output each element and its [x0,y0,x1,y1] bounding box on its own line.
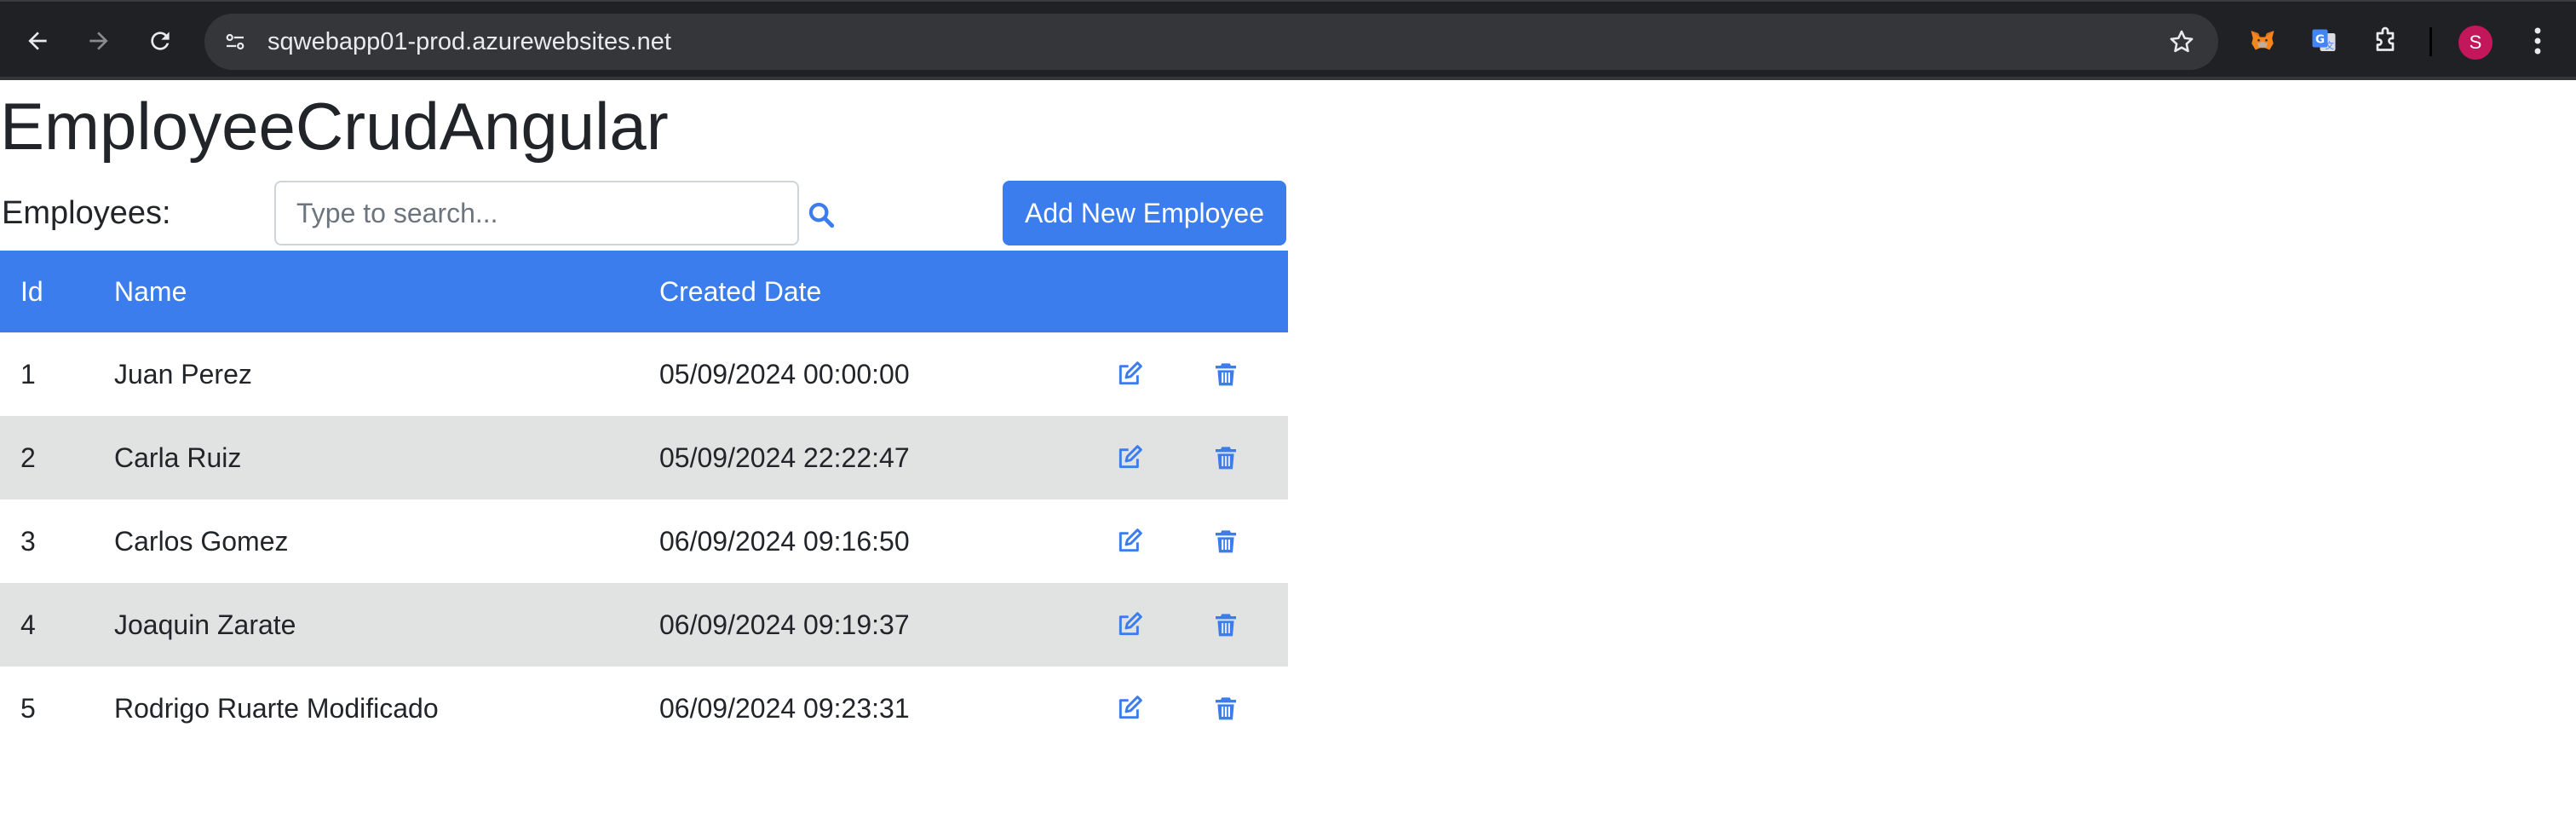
table-row: 1 Juan Perez 05/09/2024 00:00:00 [0,332,1288,416]
row-id: 3 [20,525,36,557]
row-name: Rodrigo Ruarte Modificado [114,692,439,724]
trash-icon [1216,614,1236,637]
employees-table: Id Name Created Date 1 Juan Perez 05/09/… [0,251,1288,750]
browser-toolbar: sqwebapp01-prod.azurewebsites.net G 文 S [0,0,2576,80]
edit-icon [1118,361,1142,385]
row-name: Juan Perez [114,358,252,390]
back-icon [28,32,47,50]
row-name: Carla Ruiz [114,442,242,473]
delete-button[interactable] [1211,416,1240,499]
trash-icon [1216,697,1236,720]
edit-icon [1118,696,1142,719]
column-header-name: Name [114,275,187,307]
table-row: 3 Carlos Gomez 06/09/2024 09:16:50 [0,499,1288,583]
google-translate-icon: G 文 [2312,29,2336,51]
row-created-date: 05/09/2024 22:22:47 [659,442,910,473]
reload-icon [151,32,170,50]
table-row: 2 Carla Ruiz 05/09/2024 22:22:47 [0,416,1288,499]
edit-icon [1118,612,1142,636]
edit-icon [1118,528,1142,552]
address-bar[interactable]: sqwebapp01-prod.azurewebsites.net [204,14,2218,70]
table-header: Id Name Created Date [0,251,1288,332]
toolbar-divider [0,77,2576,80]
extensions-puzzle-icon [2376,26,2395,51]
edit-icon [1118,445,1142,469]
reload-button[interactable] [141,22,179,60]
svg-text:G: G [2315,32,2325,46]
google-translate-extension[interactable]: G 文 [2305,22,2343,60]
row-name: Joaquin Zarate [114,609,296,640]
page-title: EmployeeCrudAngular [0,89,669,164]
row-created-date: 06/09/2024 09:19:37 [659,609,910,640]
search-button[interactable] [804,198,838,232]
edit-button[interactable] [1113,416,1147,499]
row-id: 4 [20,609,36,640]
svg-text:文: 文 [2326,40,2335,51]
table-row: 5 Rodrigo Ruarte Modificado 06/09/2024 0… [0,667,1288,750]
extensions-button[interactable] [2366,22,2404,60]
row-id: 5 [20,692,36,724]
trash-icon [1216,530,1236,553]
delete-button[interactable] [1211,667,1240,750]
row-name: Carlos Gomez [114,525,289,557]
bookmark-star-icon [2170,30,2194,53]
metamask-extension[interactable] [2244,22,2281,60]
edit-button[interactable] [1113,583,1147,667]
row-id: 1 [20,358,36,390]
row-created-date: 06/09/2024 09:23:31 [659,692,910,724]
edit-button[interactable] [1113,332,1147,416]
delete-button[interactable] [1211,583,1240,667]
browser-menu-button[interactable] [2525,22,2550,60]
table-row: 4 Joaquin Zarate 06/09/2024 09:19:37 [0,583,1288,667]
forward-button[interactable] [80,22,118,60]
edit-button[interactable] [1113,667,1147,750]
back-button[interactable] [19,22,56,60]
column-header-id: Id [20,275,43,307]
search-icon [808,202,835,228]
toolbar-separator [2429,27,2432,56]
url-text[interactable]: sqwebapp01-prod.azurewebsites.net [267,26,671,57]
kebab-menu-icon [2534,27,2541,55]
row-created-date: 05/09/2024 00:00:00 [659,358,910,390]
add-new-employee-button[interactable]: Add New Employee [1003,181,1286,245]
trash-icon [1216,363,1236,386]
profile-avatar[interactable]: S [2458,26,2493,60]
row-created-date: 06/09/2024 09:16:50 [659,525,910,557]
column-header-created-date: Created Date [659,275,822,307]
site-info-icon [226,33,244,50]
row-id: 2 [20,442,36,473]
delete-button[interactable] [1211,332,1240,416]
delete-button[interactable] [1211,499,1240,583]
bookmark-button[interactable] [2165,26,2198,58]
site-info-button[interactable] [220,26,250,57]
edit-button[interactable] [1113,499,1147,583]
search-input[interactable] [274,181,799,245]
metamask-icon [2251,31,2274,50]
employees-label: Employees: [2,195,171,231]
trash-icon [1216,447,1236,470]
forward-icon [89,32,108,50]
